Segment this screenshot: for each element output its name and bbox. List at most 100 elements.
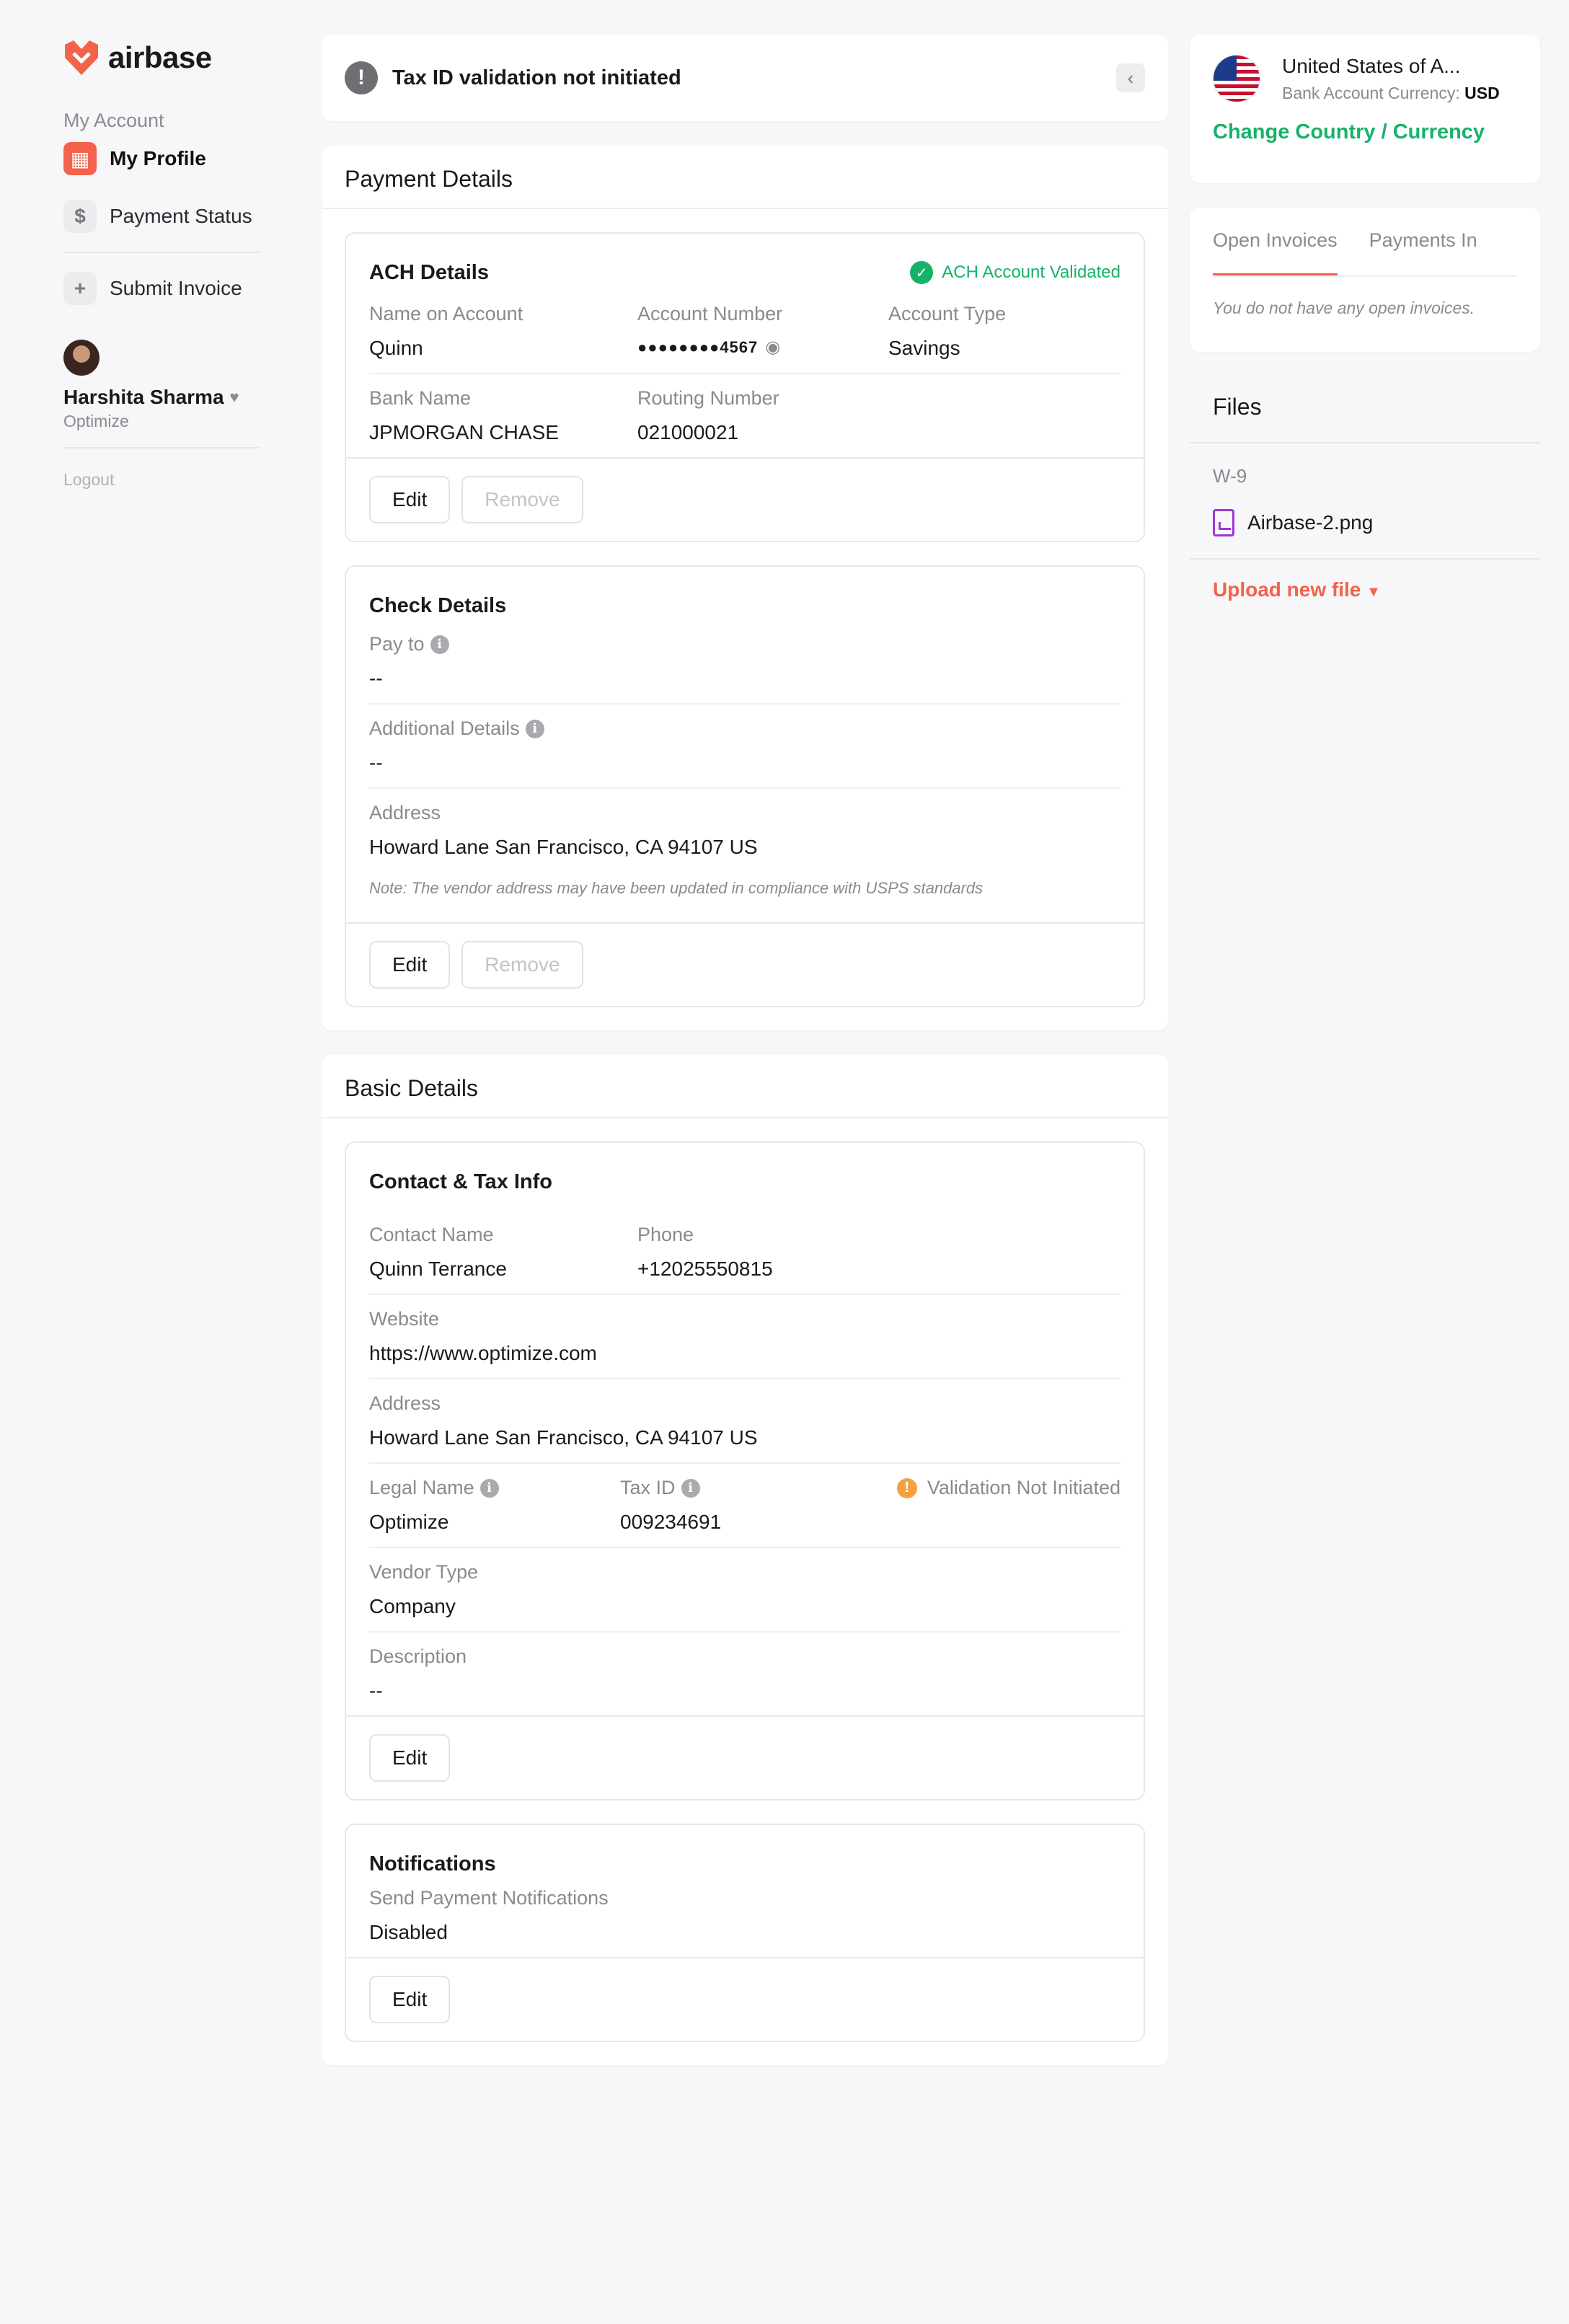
field-value: Savings bbox=[888, 337, 960, 359]
tax-id-alert: ! Tax ID validation not initiated ‹ bbox=[322, 35, 1168, 121]
exclamation-icon: ! bbox=[345, 61, 378, 94]
submit-invoice-button[interactable]: + Submit Invoice bbox=[63, 266, 260, 311]
section-label-my-account: My Account bbox=[63, 110, 164, 131]
sidebar-divider bbox=[63, 447, 260, 449]
warning-icon: ! bbox=[896, 1477, 917, 1498]
field-value: ●●●●●●●●4567 ◉ bbox=[637, 337, 888, 358]
airbase-logo[interactable]: airbase bbox=[63, 35, 260, 81]
account-number-field: Account Number ●●●●●●●●4567 ◉ bbox=[637, 303, 888, 360]
caret-down-icon: ▼ bbox=[1366, 584, 1381, 600]
info-icon[interactable]: i bbox=[681, 1478, 700, 1498]
change-country-link[interactable]: Change Country / Currency bbox=[1213, 120, 1517, 144]
image-file-icon bbox=[1213, 509, 1234, 536]
additional-details-label: Additional Details bbox=[369, 717, 520, 739]
field-value: +12025550815 bbox=[637, 1258, 773, 1280]
field-label: Website bbox=[369, 1308, 440, 1330]
invoices-tabs-card: Open Invoices Payments In You do not hav… bbox=[1190, 208, 1540, 352]
tax-id-label: Tax ID bbox=[620, 1477, 676, 1498]
tax-id-field: Tax ID i 009234691 bbox=[620, 1477, 897, 1534]
sidebar-item-payment-status[interactable]: $ Payment Status bbox=[63, 194, 260, 239]
info-icon[interactable]: i bbox=[430, 635, 449, 654]
check-remove-button[interactable]: Remove bbox=[461, 941, 583, 989]
user-name-row[interactable]: Harshita Sharma ♥ bbox=[63, 386, 260, 409]
account-type-field: Account Type Savings bbox=[888, 303, 1006, 360]
legal-name-field: Legal Name i Optimize bbox=[369, 1477, 620, 1534]
currency-value: USD bbox=[1464, 84, 1500, 102]
usps-note: Note: The vendor address may have been u… bbox=[369, 879, 984, 897]
field-label: Routing Number bbox=[637, 387, 779, 409]
notifications-edit-button[interactable]: Edit bbox=[369, 1976, 451, 2023]
additional-details-field: Additional Details i -- bbox=[369, 717, 544, 774]
payment-details-card: Payment Details ACH Details ✓ ACH Accoun… bbox=[322, 146, 1168, 1030]
field-value: -- bbox=[369, 1679, 383, 1702]
bank-name-field: Bank Name JPMORGAN CHASE bbox=[369, 387, 637, 444]
alert-text: Tax ID validation not initiated bbox=[392, 66, 681, 89]
field-label: Name on Account bbox=[369, 303, 523, 324]
field-value: Company bbox=[369, 1595, 456, 1617]
contact-edit-button[interactable]: Edit bbox=[369, 1734, 451, 1782]
vendor-type-field: Vendor Type Company bbox=[369, 1561, 478, 1618]
sidebar-item-my-profile[interactable]: ▦ My Profile bbox=[63, 136, 260, 181]
upload-label: Upload new file bbox=[1213, 578, 1361, 601]
name-on-account-field: Name on Account Quinn bbox=[369, 303, 637, 360]
info-icon[interactable]: i bbox=[525, 719, 544, 738]
upload-new-file-button[interactable]: Upload new file ▼ bbox=[1213, 578, 1517, 601]
ach-remove-button[interactable]: Remove bbox=[461, 476, 583, 523]
account-number-masked: ●●●●●●●●4567 bbox=[637, 337, 759, 356]
empty-invoices-message: You do not have any open invoices. bbox=[1213, 299, 1475, 317]
check-address-field: Address Howard Lane San Francisco, CA 94… bbox=[369, 802, 1121, 859]
avatar[interactable] bbox=[63, 340, 100, 376]
tab-payments-in[interactable]: Payments In bbox=[1369, 229, 1477, 275]
check-edit-button[interactable]: Edit bbox=[369, 941, 451, 989]
sidebar: airbase My Account ▦ My Profile $ Paymen… bbox=[63, 35, 260, 490]
user-name: Harshita Sharma bbox=[63, 386, 224, 408]
field-value: Howard Lane San Francisco, CA 94107 US bbox=[369, 836, 758, 858]
logout-link[interactable]: Logout bbox=[63, 470, 260, 490]
sidebar-item-label: My Profile bbox=[110, 147, 206, 169]
brand-name: airbase bbox=[108, 40, 212, 74]
field-label: Additional Details i bbox=[369, 717, 544, 740]
collapse-button[interactable]: ‹ bbox=[1116, 63, 1145, 92]
send-notifications-field: Send Payment Notifications Disabled bbox=[369, 1887, 609, 1944]
field-value: Quinn Terrance bbox=[369, 1258, 507, 1280]
file-name: Airbase-2.png bbox=[1247, 511, 1374, 534]
files-divider bbox=[1190, 442, 1540, 443]
contact-address-field: Address Howard Lane San Francisco, CA 94… bbox=[369, 1392, 758, 1449]
field-label: Pay to i bbox=[369, 633, 449, 655]
field-label: Legal Name i bbox=[369, 1477, 620, 1499]
field-label: Send Payment Notifications bbox=[369, 1887, 609, 1909]
field-value: https://www.optimize.com bbox=[369, 1342, 597, 1364]
plus-icon: + bbox=[63, 272, 97, 305]
basic-details-title: Basic Details bbox=[322, 1055, 1168, 1118]
file-item[interactable]: Airbase-2.png bbox=[1213, 509, 1517, 536]
field-label: Account Number bbox=[637, 303, 783, 324]
field-label: Vendor Type bbox=[369, 1561, 479, 1583]
field-label: Tax ID i bbox=[620, 1477, 897, 1499]
legal-name-label: Legal Name bbox=[369, 1477, 474, 1498]
ach-validated-text: ACH Account Validated bbox=[942, 262, 1121, 282]
w9-label: W-9 bbox=[1213, 465, 1247, 487]
files-title: Files bbox=[1213, 394, 1262, 420]
payment-details-title: Payment Details bbox=[322, 146, 1168, 209]
country-card: United States of A... Bank Account Curre… bbox=[1190, 35, 1540, 183]
field-value: JPMORGAN CHASE bbox=[369, 421, 559, 443]
currency-label: Bank Account Currency: bbox=[1282, 84, 1460, 102]
user-org: Optimize bbox=[63, 412, 129, 430]
info-icon[interactable]: i bbox=[479, 1478, 499, 1498]
field-label: Contact Name bbox=[369, 1224, 494, 1245]
field-value: 021000021 bbox=[637, 421, 739, 443]
eye-icon[interactable]: ◉ bbox=[765, 337, 780, 358]
field-label: Phone bbox=[637, 1224, 694, 1245]
ach-validated-badge: ✓ ACH Account Validated bbox=[910, 261, 1121, 284]
field-label: Description bbox=[369, 1645, 467, 1667]
field-label: Account Type bbox=[888, 303, 1007, 324]
pay-to-field: Pay to i -- bbox=[369, 633, 449, 690]
pay-to-label: Pay to bbox=[369, 633, 425, 655]
check-circle-icon: ✓ bbox=[910, 261, 934, 284]
field-value: Optimize bbox=[369, 1511, 449, 1533]
ach-edit-button[interactable]: Edit bbox=[369, 476, 451, 523]
notifications-title: Notifications bbox=[369, 1852, 496, 1875]
right-panel: United States of A... Bank Account Curre… bbox=[1190, 35, 1540, 601]
tab-open-invoices[interactable]: Open Invoices bbox=[1213, 229, 1338, 275]
basic-details-card: Basic Details Contact & Tax Info Contact… bbox=[322, 1055, 1168, 2065]
